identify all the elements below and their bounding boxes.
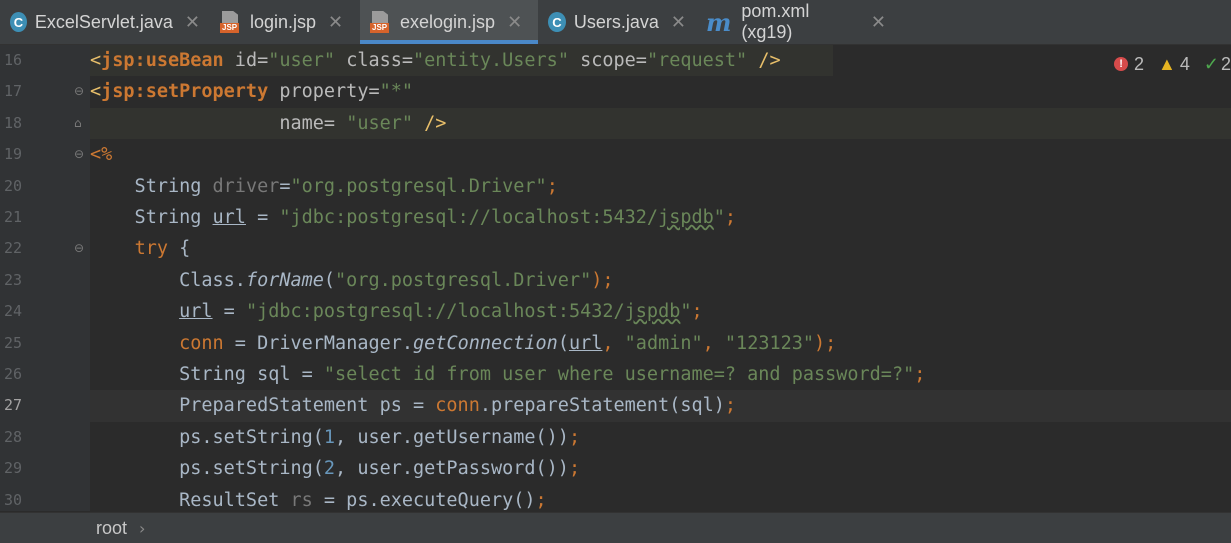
tab-users-java[interactable]: C Users.java ✕ — [538, 0, 696, 44]
inspection-widget[interactable]: ! 2 ▲ 4 ✓ 2 — [1108, 51, 1231, 77]
tab-exelogin-jsp[interactable]: JSP exelogin.jsp ✕ — [360, 0, 538, 44]
editor-tab-bar: C ExcelServlet.java ✕ JSP login.jsp ✕ JS… — [0, 0, 1231, 45]
code-line: 28 ps.setString(1, user.getUsername()); — [0, 422, 1231, 453]
close-icon[interactable]: ✕ — [185, 12, 200, 33]
error-count: 2 — [1134, 53, 1145, 74]
code-line: 21 String url = "jdbc:postgresql://local… — [0, 202, 1231, 233]
tab-label: login.jsp — [250, 11, 317, 32]
line-code[interactable]: <% — [90, 139, 112, 170]
fold-icon[interactable]: ⊖ — [74, 84, 88, 98]
fold-icon[interactable]: ⊖ — [74, 147, 88, 161]
line-number: 17 — [4, 82, 23, 101]
maven-icon: m — [706, 7, 732, 37]
warning-icon: ▲ — [1158, 53, 1176, 74]
line-number: 16 — [4, 51, 23, 69]
error-icon: ! — [1114, 57, 1129, 71]
line-number: 19 — [4, 145, 23, 164]
jsp-file-icon: JSP — [220, 11, 242, 33]
fold-icon[interactable]: ⊖ — [74, 241, 88, 255]
warning-count: 4 — [1179, 53, 1190, 74]
tab-label: ExcelServlet.java — [34, 11, 173, 32]
java-class-icon: C — [548, 12, 566, 32]
code-editor[interactable]: 16 <jsp:useBean id="user" class="entity.… — [0, 45, 1231, 511]
line-code[interactable]: Class.forName("org.postgresql.Driver"); — [90, 265, 613, 296]
code-line: 20 String driver="org.postgresql.Driver"… — [0, 171, 1231, 202]
line-code[interactable]: url = "jdbc:postgresql://localhost:5432/… — [90, 296, 703, 327]
code-line: 18 ⌂ name= "user" /> — [0, 108, 1231, 139]
line-code[interactable]: ps.setString(2, user.getPassword()); — [90, 453, 580, 484]
line-code[interactable]: String sql = "select id from user where … — [90, 359, 925, 390]
close-icon[interactable]: ✕ — [328, 12, 343, 33]
line-code[interactable]: <jsp:setProperty property="*" — [90, 76, 413, 107]
line-code[interactable]: name= "user" /> — [90, 108, 446, 139]
line-code[interactable]: ResultSet rs = ps.executeQuery(); — [90, 485, 547, 511]
line-code[interactable]: PreparedStatement ps = conn.prepareState… — [90, 390, 736, 421]
line-number: 18 — [4, 113, 23, 132]
line-code[interactable]: String driver="org.postgresql.Driver"; — [90, 171, 558, 202]
line-code[interactable]: String url = "jdbc:postgresql://localhos… — [90, 202, 737, 233]
code-line: 24 url = "jdbc:postgresql://localhost:54… — [0, 296, 1231, 327]
line-code[interactable]: ps.setString(1, user.getUsername()); — [90, 422, 580, 453]
tab-label: Users.java — [573, 11, 659, 32]
code-line: 25 conn = DriverManager.getConnection(ur… — [0, 328, 1231, 359]
code-line: 29 ps.setString(2, user.getPassword()); — [0, 453, 1231, 484]
line-code[interactable]: conn = DriverManager.getConnection(url, … — [90, 328, 836, 359]
check-icon: ✓ — [1203, 53, 1219, 74]
line-number: 22 — [4, 239, 23, 258]
java-class-icon: C — [10, 12, 27, 32]
code-line: 27 PreparedStatement ps = conn.prepareSt… — [0, 390, 1231, 421]
code-line: 19 ⊖ <% — [0, 139, 1231, 170]
fold-end-icon[interactable]: ⌂ — [74, 116, 88, 130]
code-line: 17 ⊖ <jsp:setProperty property="*" — [0, 76, 1231, 107]
close-icon[interactable]: ✕ — [871, 12, 886, 33]
code-line: 22 ⊖ try { — [0, 233, 1231, 264]
code-line: 16 <jsp:useBean id="user" class="entity.… — [0, 45, 1231, 76]
jsp-file-icon: JSP — [370, 11, 392, 33]
tab-label: exelogin.jsp — [400, 11, 496, 32]
line-number: 23 — [4, 270, 23, 289]
line-number: 27 — [4, 396, 23, 415]
line-code[interactable]: try { — [90, 233, 191, 264]
line-number: 30 — [4, 490, 23, 509]
breadcrumb-item-root[interactable]: root — [96, 518, 127, 539]
tab-label: pom.xml (xg19) — [741, 1, 810, 42]
line-number: 26 — [4, 365, 23, 383]
breadcrumb-bar: root › — [0, 512, 1231, 543]
line-number: 20 — [4, 176, 23, 195]
line-code[interactable]: <jsp:useBean id="user" class="entity.Use… — [90, 45, 781, 76]
code-line: 26 String sql = "select id from user whe… — [0, 359, 1231, 390]
line-number: 25 — [4, 333, 23, 352]
weak-warning-count: 2 — [1220, 53, 1231, 74]
close-icon[interactable]: ✕ — [507, 12, 522, 33]
line-number: 28 — [4, 427, 23, 446]
line-number: 29 — [4, 459, 23, 478]
breadcrumb-chevron-icon: › — [139, 518, 146, 538]
code-line: 30 ResultSet rs = ps.executeQuery(); — [0, 485, 1231, 511]
line-number: 24 — [4, 302, 23, 321]
tab-pom-xml[interactable]: m pom.xml (xg19) ✕ — [696, 0, 896, 44]
close-icon[interactable]: ✕ — [671, 12, 686, 33]
code-line: 23 Class.forName("org.postgresql.Driver"… — [0, 265, 1231, 296]
tab-excelservlet-java[interactable]: C ExcelServlet.java ✕ — [0, 0, 210, 44]
tab-login-jsp[interactable]: JSP login.jsp ✕ — [210, 0, 360, 44]
line-number: 21 — [4, 208, 23, 226]
